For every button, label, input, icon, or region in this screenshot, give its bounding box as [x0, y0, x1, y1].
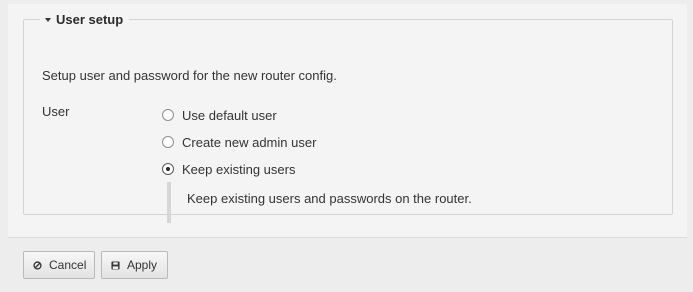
radio-label: Keep existing users — [182, 161, 296, 177]
caret-down-icon[interactable] — [45, 18, 51, 22]
option-help-text: Keep existing users and passwords on the… — [187, 191, 472, 206]
section-description: Setup user and password for the new rout… — [42, 68, 337, 83]
radio-button[interactable] — [162, 109, 174, 121]
radio-use-default-user[interactable]: Use default user — [162, 107, 277, 123]
apply-label: Apply — [127, 258, 158, 272]
user-setup-section: User setup Setup user and password for t… — [23, 12, 673, 223]
radio-label: Use default user — [182, 107, 277, 123]
config-panel: User setup Setup user and password for t… — [8, 4, 687, 238]
apply-button[interactable]: Apply — [101, 251, 168, 279]
help-indicator-bar — [167, 182, 171, 223]
user-field-label: User — [42, 104, 70, 119]
radio-keep-existing-users[interactable]: Keep existing users — [162, 161, 295, 177]
radio-create-admin-user[interactable]: Create new admin user — [162, 134, 316, 150]
cancel-icon — [33, 260, 42, 270]
cancel-button[interactable]: Cancel — [23, 251, 95, 279]
section-title: User setup — [56, 12, 124, 27]
save-icon — [111, 260, 120, 270]
radio-button[interactable] — [162, 136, 174, 148]
section-header[interactable]: User setup — [40, 12, 129, 27]
radio-label: Create new admin user — [182, 134, 317, 150]
cancel-label: Cancel — [49, 258, 87, 272]
radio-button-selected[interactable] — [162, 163, 174, 175]
